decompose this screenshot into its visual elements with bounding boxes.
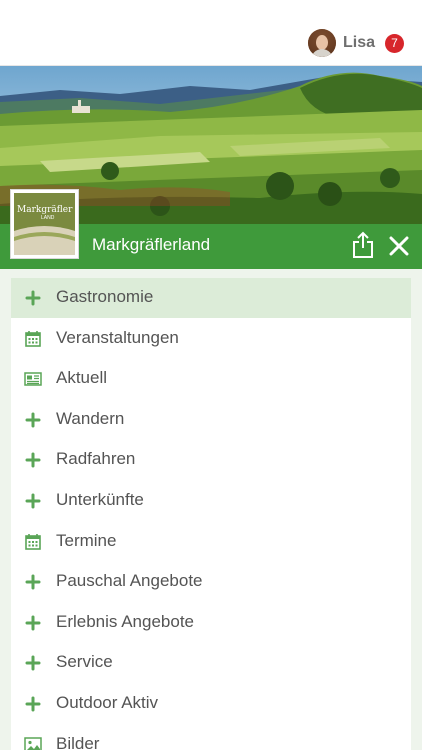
menu-item-outdoor-aktiv[interactable]: Outdoor Aktiv bbox=[11, 684, 411, 724]
close-icon bbox=[389, 236, 409, 256]
plus-icon bbox=[24, 573, 42, 591]
menu-item-label: Radfahren bbox=[56, 449, 136, 469]
menu-item-label: Gastronomie bbox=[56, 287, 154, 306]
notification-badge[interactable]: 7 bbox=[385, 33, 404, 53]
top-bar: Lisa 7 bbox=[0, 0, 422, 66]
location-title: Markgräflerland bbox=[92, 235, 211, 254]
menu-item-label: Unterkünfte bbox=[56, 490, 144, 509]
menu-item-label: Service bbox=[56, 652, 113, 672]
menu-item-veranstaltungen[interactable]: Veranstaltungen bbox=[11, 319, 411, 359]
logo-subtitle: LAND bbox=[41, 215, 55, 221]
menu-item-radfahren[interactable]: Radfahren bbox=[11, 440, 411, 480]
menu-item-erlebnis-angebote[interactable]: Erlebnis Angebote bbox=[11, 603, 411, 643]
calendar-icon bbox=[24, 330, 42, 348]
share-icon bbox=[353, 231, 373, 258]
logo-wordmark: Markgräfler bbox=[17, 205, 73, 215]
image-icon bbox=[24, 736, 42, 750]
plus-icon bbox=[24, 289, 42, 307]
menu-item-wandern[interactable]: Wandern bbox=[11, 400, 411, 440]
user-name[interactable]: Lisa bbox=[343, 34, 375, 52]
menu-item-label: Outdoor Aktiv bbox=[56, 693, 159, 712]
plus-icon bbox=[24, 492, 42, 510]
menu-item-bilder[interactable]: Bilder bbox=[11, 725, 411, 750]
menu-item-aktuell[interactable]: Aktuell bbox=[11, 359, 411, 399]
close-button[interactable] bbox=[386, 233, 412, 259]
menu-item-label: Aktuell bbox=[56, 368, 108, 388]
menu-item-label: Bilder bbox=[56, 733, 100, 750]
menu-item-service[interactable]: Service bbox=[11, 643, 411, 683]
menu-item-unterkünfte[interactable]: Unterkünfte bbox=[11, 481, 411, 521]
user-profile[interactable]: Lisa 7 bbox=[307, 29, 404, 57]
menu-item-pauschal-angebote[interactable]: Pauschal Angebote bbox=[11, 562, 411, 602]
plus-icon bbox=[24, 654, 42, 672]
menu-item-label: Erlebnis Angebote bbox=[56, 611, 194, 631]
menu-item-label: Termine bbox=[56, 530, 117, 550]
menu-item-label: Veranstaltungen bbox=[56, 327, 179, 347]
plus-icon bbox=[24, 695, 42, 713]
category-menu: Gastronomie Veranstaltungen Aktuell Wandern… bbox=[11, 278, 411, 750]
plus-icon bbox=[24, 411, 42, 429]
menu-panel: Gastronomie Veranstaltungen Aktuell Wandern… bbox=[0, 269, 422, 750]
menu-item-label: Wandern bbox=[56, 408, 125, 428]
calendar-icon bbox=[24, 533, 42, 551]
menu-item-gastronomie[interactable]: Gastronomie bbox=[11, 278, 411, 318]
menu-item-termine[interactable]: Termine bbox=[11, 522, 411, 562]
plus-icon bbox=[24, 451, 42, 469]
location-logo: Markgräfler LAND bbox=[10, 189, 79, 259]
share-button[interactable] bbox=[351, 231, 375, 259]
newspaper-icon bbox=[24, 370, 42, 388]
plus-icon bbox=[24, 614, 42, 632]
avatar[interactable] bbox=[307, 29, 336, 57]
menu-item-label: Pauschal Angebote bbox=[56, 571, 203, 591]
